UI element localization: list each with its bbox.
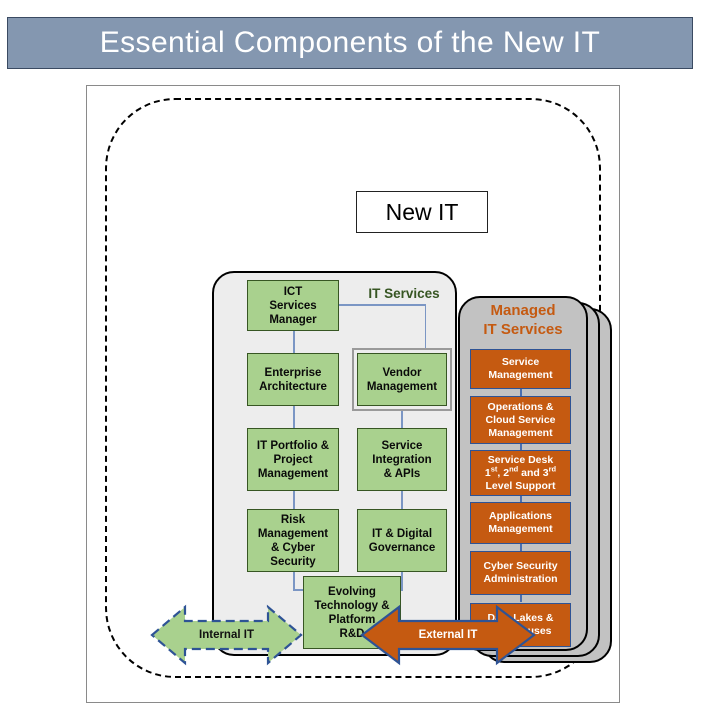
- connector-portfolio-to-risk: [293, 491, 295, 509]
- connector-managed-5-6: [520, 594, 522, 602]
- box-ict-services-manager-label: ICT Services Manager: [269, 285, 317, 326]
- box-applications-management-label: Applications Management: [488, 510, 553, 535]
- new-it-label-box: New IT: [356, 191, 488, 233]
- page-title-bar: Essential Components of the New IT: [7, 17, 693, 69]
- connector-managed-4-5: [520, 543, 522, 551]
- connector-root-to-enterprise: [293, 331, 295, 353]
- arrow-external-it[interactable]: External IT: [359, 604, 537, 666]
- connector-managed-3-4: [520, 495, 522, 502]
- box-cyber-security-administration-label: Cyber Security Administration: [483, 560, 558, 585]
- connector-managed-2-3: [520, 443, 522, 450]
- box-risk-management-cyber-security[interactable]: Risk Management & Cyber Security: [247, 509, 339, 572]
- box-service-management-label: Service Management: [488, 356, 553, 381]
- connector-managed-1-2: [520, 388, 522, 396]
- box-service-integration-apis-label: Service Integration & APIs: [372, 439, 432, 480]
- box-service-desk-level-support-label: Service Desk 1st, 2nd and 3rd Level Suppor…: [484, 453, 557, 492]
- connector-governance-to-evolving: [401, 572, 403, 590]
- managed-it-services-title: Managed IT Services: [464, 301, 582, 339]
- arrow-internal-it[interactable]: Internal IT: [149, 604, 304, 666]
- connector-enterprise-to-portfolio: [293, 406, 295, 428]
- box-operations-cloud-service-management-label: Operations & Cloud Service Management: [485, 400, 556, 439]
- box-risk-management-cyber-security-label: Risk Management & Cyber Security: [257, 513, 329, 568]
- box-it-digital-governance-label: IT & Digital Governance: [368, 527, 436, 554]
- arrow-internal-it-icon: [150, 604, 303, 666]
- box-enterprise-architecture[interactable]: Enterprise Architecture: [247, 353, 339, 406]
- box-service-integration-apis[interactable]: Service Integration & APIs: [357, 428, 447, 491]
- box-operations-cloud-service-management[interactable]: Operations & Cloud Service Management: [470, 396, 571, 444]
- arrow-external-it-icon: [360, 604, 536, 666]
- box-vendor-management[interactable]: Vendor Management: [357, 353, 447, 406]
- box-it-digital-governance[interactable]: IT & Digital Governance: [357, 509, 447, 572]
- connector-vendor-to-integration: [401, 406, 403, 428]
- connector-root-to-vendor: [424, 304, 427, 352]
- connector-integration-to-governance: [401, 491, 403, 509]
- box-service-management[interactable]: Service Management: [470, 349, 571, 389]
- box-enterprise-architecture-label: Enterprise Architecture: [259, 366, 327, 393]
- connector-root-right: [337, 304, 426, 306]
- box-it-portfolio-project-management[interactable]: IT Portfolio & Project Management: [247, 428, 339, 491]
- managed-it-services-title-line1: Managed: [490, 302, 556, 319]
- box-applications-management[interactable]: Applications Management: [470, 502, 571, 544]
- connector-risk-to-evolving: [293, 572, 295, 590]
- box-vendor-management-label: Vendor Management: [366, 366, 438, 393]
- new-it-label: New IT: [385, 198, 459, 225]
- diagram-canvas: New IT Managed IT Services IT Services I…: [86, 85, 620, 703]
- box-ict-services-manager[interactable]: ICT Services Manager: [247, 280, 339, 331]
- page-title: Essential Components of the New IT: [99, 26, 601, 59]
- box-service-desk-level-support[interactable]: Service Desk 1st, 2nd and 3rd Level Suppor…: [470, 450, 571, 496]
- box-it-portfolio-project-management-label: IT Portfolio & Project Management: [256, 439, 330, 480]
- box-cyber-security-administration[interactable]: Cyber Security Administration: [470, 551, 571, 595]
- it-services-title: IT Services: [368, 286, 440, 301]
- managed-it-services-title-line2: IT Services: [483, 321, 563, 338]
